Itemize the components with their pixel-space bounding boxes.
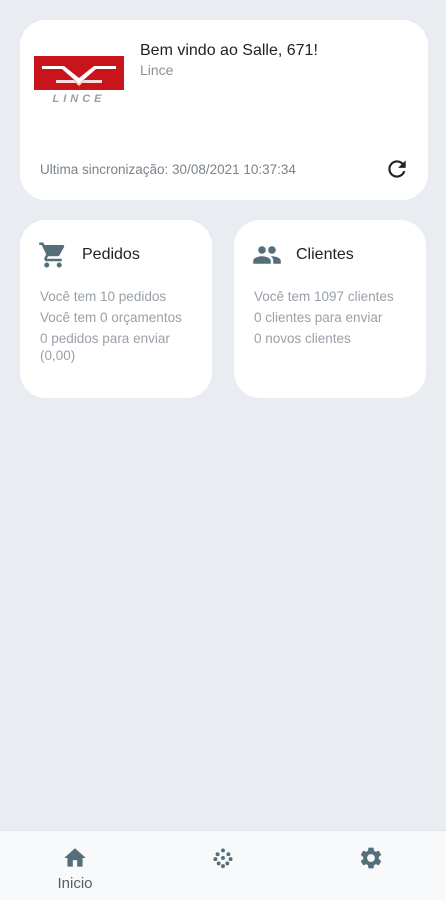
last-sync-text: Ultima sincronização: 30/08/2021 10:37:3… bbox=[40, 162, 296, 177]
orders-card[interactable]: Pedidos Você tem 10 pedidos Você tem 0 o… bbox=[20, 220, 212, 398]
clients-count: Você tem 1097 clientes bbox=[254, 289, 394, 304]
lince-logo: LINCE bbox=[34, 56, 124, 104]
clients-card[interactable]: Clientes Você tem 1097 clientes 0 client… bbox=[234, 220, 426, 398]
new-clients: 0 novos clientes bbox=[254, 331, 351, 346]
nav-settings[interactable] bbox=[311, 831, 431, 900]
logo-text: LINCE bbox=[53, 93, 106, 104]
orders-header: Pedidos bbox=[38, 240, 140, 270]
home-icon bbox=[64, 848, 86, 867]
orders-to-send: 0 pedidos para enviar (0,00) bbox=[40, 331, 170, 363]
company-name: Lince bbox=[140, 62, 174, 78]
orders-info: Você tem 10 pedidos Você tem 0 orçamento… bbox=[40, 288, 204, 368]
bottom-nav: Inicio bbox=[0, 830, 446, 900]
nav-home[interactable]: Inicio bbox=[15, 831, 135, 900]
gear-icon bbox=[360, 847, 382, 869]
orders-title: Pedidos bbox=[82, 246, 140, 263]
clients-info: Você tem 1097 clientes 0 clientes para e… bbox=[254, 288, 418, 351]
clients-title: Clientes bbox=[296, 246, 354, 263]
quotes-count: Você tem 0 orçamentos bbox=[40, 310, 182, 325]
nav-grid[interactable] bbox=[163, 831, 283, 900]
nav-home-label: Inicio bbox=[57, 875, 93, 892]
welcome-card: LINCE Bem vindo ao Salle, 671! Lince Ult… bbox=[20, 20, 428, 200]
dots-grid-icon bbox=[213, 848, 233, 869]
cart-icon bbox=[39, 242, 65, 268]
clients-to-send: 0 clientes para enviar bbox=[254, 310, 383, 325]
clients-header: Clientes bbox=[252, 240, 354, 270]
orders-count: Você tem 10 pedidos bbox=[40, 289, 167, 304]
welcome-title: Bem vindo ao Salle, 671! bbox=[140, 42, 318, 59]
refresh-icon[interactable] bbox=[384, 156, 410, 182]
people-icon bbox=[253, 246, 281, 264]
